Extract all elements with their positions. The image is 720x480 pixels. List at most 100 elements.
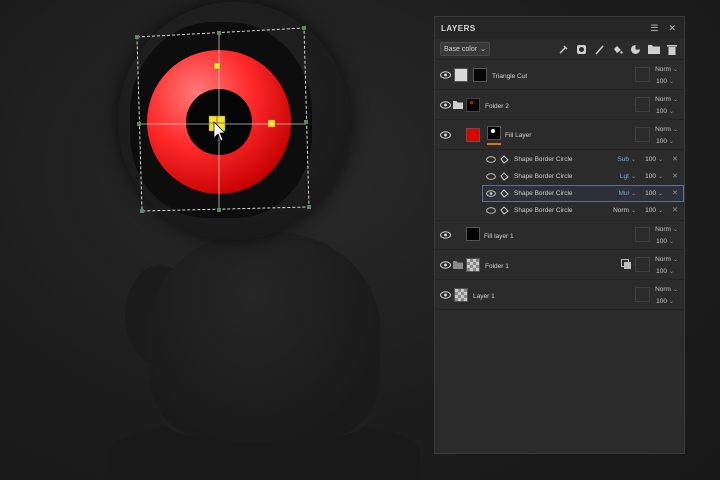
gizmo-overlay[interactable] <box>0 0 430 480</box>
fill-icon[interactable] <box>610 42 625 56</box>
visibility-eye-icon[interactable] <box>486 156 496 163</box>
visibility-eye-icon[interactable] <box>440 261 451 269</box>
effect-opacity[interactable]: 100 ⌄ <box>645 173 663 180</box>
menu-icon[interactable]: ☰ <box>650 23 658 34</box>
handle-left-mid[interactable] <box>137 122 141 126</box>
opacity-select[interactable]: 100 ⌄ <box>656 78 674 85</box>
layer-row-fill-layer[interactable]: Fill Layer Norm ⌄ 100 ⌄ <box>435 121 684 150</box>
channel-select-value: Base color <box>444 45 478 53</box>
layers-panel-header: LAYERS ☰ ✕ <box>435 17 684 39</box>
visibility-eye-icon[interactable] <box>440 71 451 79</box>
blend-mode-select[interactable]: Norm ⌄ <box>655 96 678 103</box>
blend-mode-select[interactable]: Norm ⌄ <box>655 286 678 293</box>
visibility-eye-icon[interactable] <box>486 207 496 214</box>
handle-top-mid[interactable] <box>217 31 221 35</box>
effect-blend-mode[interactable]: Norm ⌄ <box>613 207 636 214</box>
instance-icon <box>621 259 631 269</box>
layer-thumbnail <box>466 227 480 241</box>
effect-row-2[interactable]: Shape Border Circle Lgt ⌄ 100 ⌄ ✕ <box>435 168 684 185</box>
fill-bucket-icon <box>500 206 509 215</box>
handle-top-left[interactable] <box>135 35 139 39</box>
effect-blend-mode[interactable]: Lgt ⌄ <box>620 173 636 180</box>
effect-blend-mode[interactable]: Mul ⌄ <box>618 190 636 197</box>
effect-row-1[interactable]: Shape Border Circle Sub ⌄ 100 ⌄ ✕ <box>435 151 684 168</box>
scale-x-handle[interactable] <box>267 119 276 128</box>
fill-color-thumbnail <box>466 128 480 142</box>
layer-name: Fill Layer <box>505 132 532 139</box>
remove-effect-icon[interactable]: ✕ <box>672 172 678 180</box>
paint-tool-icon[interactable] <box>556 42 571 56</box>
layer-row-triangle-cut[interactable]: Triangle Cut Norm ⌄ 100 ⌄ <box>435 61 684 90</box>
layer-row-fill-layer-1[interactable]: Fill layer 1 Norm ⌄ 100 ⌄ <box>435 221 684 250</box>
opacity-select[interactable]: 100 ⌄ <box>656 298 674 305</box>
trash-icon[interactable] <box>664 42 679 56</box>
effect-opacity[interactable]: 100 ⌄ <box>645 156 663 163</box>
visibility-eye-icon[interactable] <box>440 131 451 139</box>
visibility-eye-icon[interactable] <box>440 231 451 239</box>
visibility-eye-icon[interactable] <box>440 101 451 109</box>
visibility-eye-icon[interactable] <box>486 173 496 180</box>
visibility-eye-icon[interactable] <box>440 291 451 299</box>
layer-name: Folder 2 <box>485 103 509 110</box>
handle-right-mid[interactable] <box>304 120 308 124</box>
remove-effect-icon[interactable]: ✕ <box>672 206 678 214</box>
layer-name: Folder 1 <box>485 263 509 270</box>
folder-icon[interactable] <box>646 42 661 56</box>
rotate-handle[interactable] <box>213 62 221 70</box>
remove-effect-icon[interactable]: ✕ <box>672 189 678 197</box>
handle-bottom-right[interactable] <box>307 205 311 209</box>
channel-select[interactable]: Base color ⌄ <box>440 42 490 56</box>
chevron-down-icon: ⌄ <box>480 46 486 53</box>
brush-icon[interactable] <box>592 42 607 56</box>
folder-thumbnail <box>466 98 480 112</box>
layer-color-swatch <box>635 67 650 82</box>
effect-name: Shape Border Circle <box>514 190 573 197</box>
layer-thumbnail <box>454 288 468 302</box>
effect-opacity[interactable]: 100 ⌄ <box>645 190 663 197</box>
panel-title: LAYERS <box>441 23 476 33</box>
blend-mode-select[interactable]: Norm ⌄ <box>655 66 678 73</box>
mask-thumbnail <box>473 68 487 82</box>
fill-bucket-icon <box>500 155 509 164</box>
effect-name: Shape Border Circle <box>514 207 573 214</box>
layer-thumbnail <box>454 68 468 82</box>
layer-row-folder-1[interactable]: Folder 1 Norm ⌄ 100 ⌄ <box>435 251 684 280</box>
handle-bottom-left[interactable] <box>140 209 144 213</box>
remove-effect-icon[interactable]: ✕ <box>672 155 678 163</box>
handle-top-right[interactable] <box>302 26 306 30</box>
blend-mode-select[interactable]: Norm ⌄ <box>655 256 678 263</box>
opacity-select[interactable]: 100 ⌄ <box>656 268 674 275</box>
blend-mode-select[interactable]: Norm ⌄ <box>655 226 678 233</box>
effect-opacity[interactable]: 100 ⌄ <box>645 207 663 214</box>
layer-name: Layer 1 <box>473 293 495 300</box>
mask-thumbnail <box>487 126 501 140</box>
effect-row-3-selected[interactable]: Shape Border Circle Mul ⌄ 100 ⌄ ✕ <box>482 185 684 202</box>
layer-row-layer-1[interactable]: Layer 1 Norm ⌄ 100 ⌄ <box>435 281 684 310</box>
layer-name: Fill layer 1 <box>484 233 514 240</box>
visibility-eye-icon[interactable] <box>486 190 496 197</box>
layer-color-swatch <box>635 257 650 272</box>
blend-mode-select[interactable]: Norm ⌄ <box>655 126 678 133</box>
layer-row-folder-2[interactable]: Folder 2 Norm ⌄ 100 ⌄ <box>435 91 684 120</box>
mask-icon[interactable] <box>574 42 589 56</box>
effect-row-4[interactable]: Shape Border Circle Norm ⌄ 100 ⌄ ✕ <box>435 202 684 221</box>
opacity-select[interactable]: 100 ⌄ <box>656 108 674 115</box>
effect-blend-mode[interactable]: Sub ⌄ <box>617 156 636 163</box>
layer-color-swatch <box>635 127 650 142</box>
effect-name: Shape Border Circle <box>514 173 573 180</box>
folder-icon <box>453 261 463 269</box>
layer-color-swatch <box>635 227 650 242</box>
folder-icon <box>453 101 463 109</box>
handle-bottom-mid[interactable] <box>217 208 221 212</box>
fill-bucket-icon <box>500 172 509 181</box>
layer-color-swatch <box>635 287 650 302</box>
effect-icon[interactable] <box>628 42 643 56</box>
fill-bucket-icon <box>500 189 509 198</box>
close-icon[interactable]: ✕ <box>668 23 676 34</box>
folder-thumbnail <box>466 258 480 272</box>
opacity-select[interactable]: 100 ⌄ <box>656 238 674 245</box>
layers-panel: LAYERS ☰ ✕ Base color ⌄ Triangle Cut Nor… <box>434 16 685 454</box>
active-mask-indicator <box>487 143 501 145</box>
layer-name: Triangle Cut <box>492 73 528 80</box>
opacity-select[interactable]: 100 ⌄ <box>656 138 674 145</box>
